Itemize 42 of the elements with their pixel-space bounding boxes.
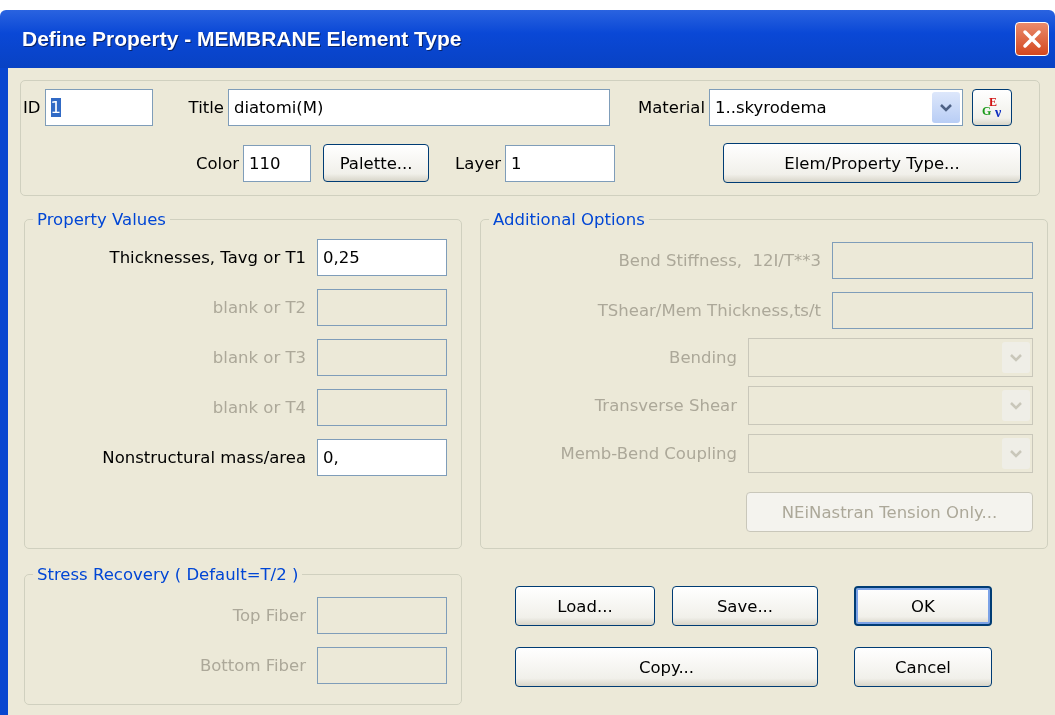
id-label: ID [23,98,41,117]
dialog-button[interactable]: Save... [672,586,818,626]
input-field[interactable]: 0,25 [317,239,447,276]
field-label: Nonstructural mass/area [102,448,306,467]
field-label: Bend Stiffness, 12I/T**3 [618,251,821,270]
group-title: Property Values [36,210,167,229]
dialog-button[interactable]: Cancel [854,647,992,687]
elem-property-type-button[interactable]: Elem/Property Type... [723,143,1022,183]
color-field[interactable]: 110 [243,144,312,182]
material-properties-button[interactable]: G E ν [972,89,1012,126]
field-label: Thicknesses, Tavg or T1 [109,248,306,267]
field-label: Bottom Fiber [199,656,306,675]
field-label: blank or T4 [212,398,306,417]
field-label: blank or T2 [212,298,306,317]
palette-button[interactable]: Palette... [323,144,430,182]
chevron-down-icon [1010,400,1022,411]
field-label: Top Fiber [232,606,306,625]
chevron-down-icon [1010,448,1022,459]
dialog-button[interactable]: Load... [515,586,655,626]
input-field[interactable]: 0, [317,439,447,476]
layer-label: Layer [455,153,502,173]
field-label: Bending [669,348,737,367]
field-label: Transverse Shear [594,396,737,415]
chevron-down-icon [1010,352,1022,363]
title-label: Title [188,98,224,117]
id-field[interactable]: 1 [44,89,153,126]
field-label: Memb-Bend Coupling [560,444,737,463]
title-field[interactable]: diatomi(M) [227,89,610,126]
field-label: TShear/Mem Thickness,ts/t [597,301,821,320]
window-title: Define Property - MEMBRANE Element Type [22,27,463,51]
close-button[interactable] [1015,22,1049,56]
color-label: Color [196,153,240,173]
chevron-down-icon [940,102,952,113]
dialog-button[interactable]: Copy... [515,647,818,687]
material-label: Material [637,98,705,117]
close-icon [1021,28,1043,50]
material-dropdown[interactable]: 1..skyrodema [709,89,963,126]
group-title: Stress Recovery ( Default=T/2 ) [36,565,300,584]
layer-field[interactable]: 1 [505,144,616,182]
dialog-button[interactable]: OK [854,586,992,626]
group-title: Additional Options [492,210,646,229]
field-label: blank or T3 [212,348,306,367]
